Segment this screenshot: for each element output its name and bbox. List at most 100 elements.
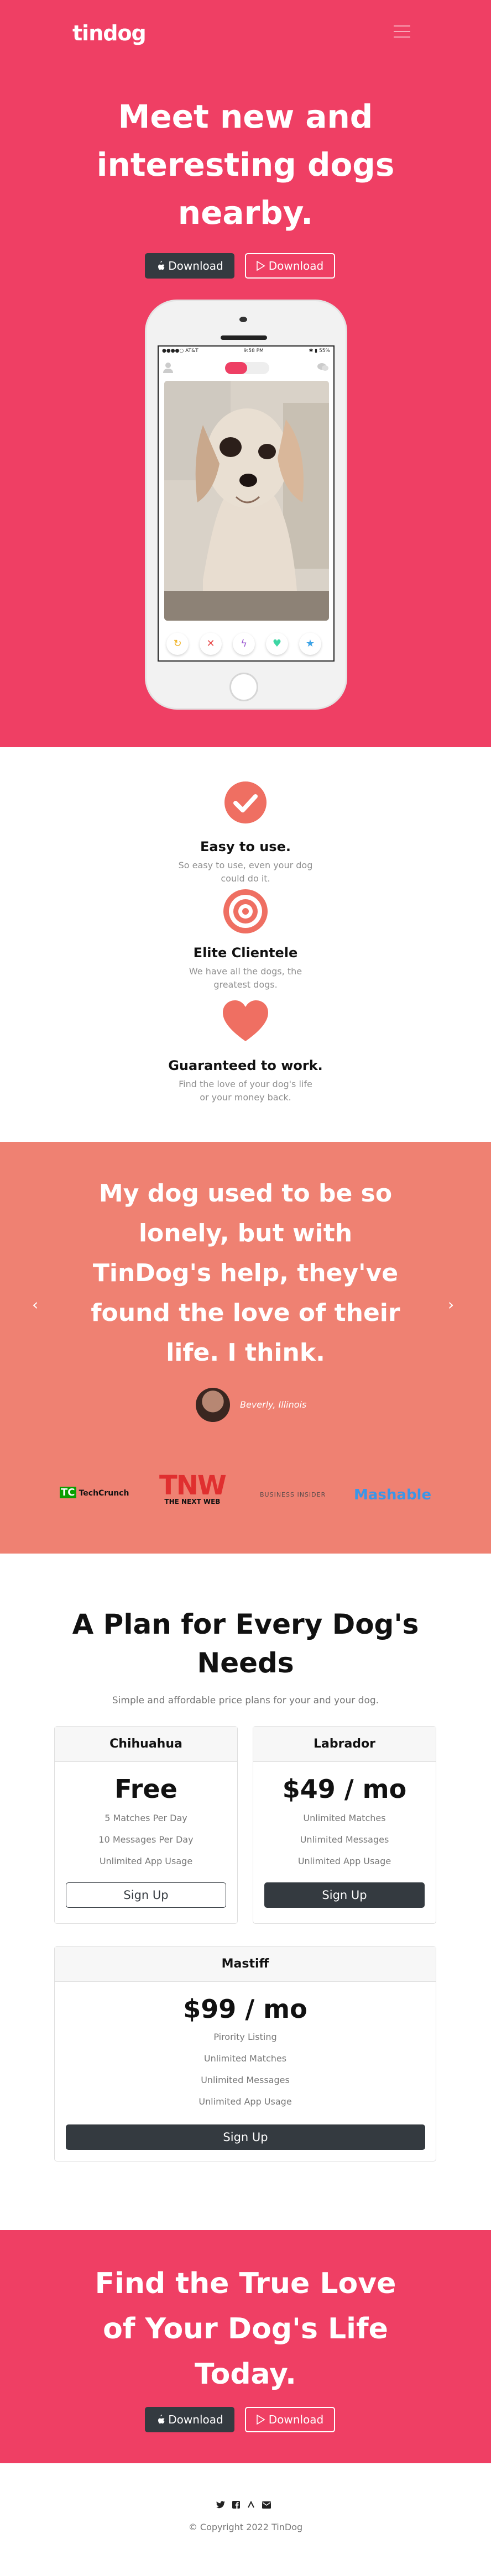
- google-play-icon: [256, 255, 265, 279]
- app-bar: [159, 356, 333, 379]
- testimonial-section: ‹ › My dog used to be so lonely, but wit…: [0, 1142, 491, 1554]
- envelope-icon[interactable]: [262, 2500, 271, 2511]
- navbar-toggler-button[interactable]: [394, 25, 410, 38]
- superlike-button[interactable]: ★: [299, 633, 321, 655]
- cta-section: Find the True Love of Your Dog's Life To…: [0, 2230, 491, 2463]
- feature-text: Find the love of your dog's life or your …: [171, 1078, 320, 1104]
- feature-item: Elite Clientele We have all the dogs, th…: [0, 889, 491, 991]
- plan-name: Labrador: [253, 1727, 436, 1762]
- cta-title-line: Today.: [195, 2358, 296, 2391]
- quote-line: lonely, but with: [138, 1219, 353, 1247]
- check-circle-icon: [223, 780, 268, 825]
- carousel-next-button[interactable]: ›: [448, 1295, 454, 1314]
- undo-button[interactable]: ↻: [166, 633, 189, 655]
- cta-title: Find the True Love of Your Dog's Life To…: [0, 2261, 491, 2397]
- hero-section: tindog Meet new and interesting dogs nea…: [0, 0, 491, 747]
- plan-name: Chihuahua: [55, 1727, 237, 1762]
- flame-toggle: [225, 362, 247, 374]
- play-download-button[interactable]: Download: [245, 253, 335, 279]
- cta-title-line: Find the True Love: [95, 2267, 396, 2300]
- chevron-left-icon: ‹: [32, 1295, 39, 1314]
- heart-icon: ♥: [272, 638, 282, 649]
- pricing-card-labrador: Labrador $49 / mo Unlimited Matches Unli…: [253, 1726, 436, 1924]
- bolt-icon: ϟ: [241, 638, 247, 649]
- pricing-title-line: A Plan for Every Dog's: [72, 1608, 419, 1640]
- swipe-actions: ↻ ✕ ϟ ♥ ★: [159, 626, 333, 659]
- feature-text-line: greatest dogs.: [213, 979, 278, 990]
- phone-home-button: [229, 673, 258, 701]
- apple-icon: [156, 2408, 165, 2433]
- plan-feature: 5 Matches Per Day: [105, 1813, 187, 1823]
- plan-feature: Unlimited Matches: [303, 1813, 386, 1823]
- star-icon: ★: [305, 638, 315, 649]
- nope-button[interactable]: ✕: [200, 633, 222, 655]
- feature-item: Easy to use. So easy to use, even your d…: [0, 780, 491, 885]
- hero-title: Meet new and interesting dogs nearby.: [0, 93, 491, 237]
- apple-download-label: Download: [168, 2413, 223, 2426]
- chevron-right-icon: ›: [448, 1295, 455, 1314]
- sign-up-button[interactable]: Sign Up: [264, 1882, 425, 1908]
- undo-icon: ↻: [173, 638, 182, 649]
- quote-line: My dog used to be so: [98, 1179, 393, 1208]
- status-time: 9:58 PM: [243, 348, 264, 354]
- profile-icon: [163, 362, 173, 375]
- menu-bar: [394, 25, 410, 27]
- feature-title: Elite Clientele: [193, 945, 298, 961]
- pricing-subtitle: Simple and affordable price plans for yo…: [112, 1695, 379, 1706]
- sign-up-button[interactable]: Sign Up: [66, 2124, 425, 2150]
- mashable-logo: Mashable: [354, 1487, 432, 1503]
- phone-screen: ●●●●○ AT&T 9:58 PM ✱ ▮ 55% ↻ ✕ ϟ ♥ ★: [158, 345, 335, 662]
- hero-title-line: nearby.: [177, 194, 314, 232]
- like-button[interactable]: ♥: [266, 633, 288, 655]
- business-insider-logo: BUSINESS INSIDER: [260, 1491, 326, 1498]
- play-download-label: Download: [268, 2413, 324, 2426]
- match-toggle: [225, 362, 269, 374]
- plan-feature: Unlimited App Usage: [99, 1856, 193, 1866]
- feature-text-line: We have all the dogs, the: [189, 966, 302, 977]
- plan-feature: Unlimited Matches: [203, 2053, 287, 2064]
- feature-text: So easy to use, even your dog could do it…: [171, 859, 320, 885]
- status-carrier: ●●●●○ AT&T: [162, 348, 199, 354]
- apple-icon: [156, 254, 165, 280]
- google-play-icon: [256, 2409, 265, 2432]
- feature-text-line: or your money back.: [200, 1092, 291, 1103]
- apple-download-button[interactable]: Download: [145, 2407, 234, 2432]
- plan-feature: Unlimited App Usage: [297, 1856, 391, 1866]
- pricing-title-line: Needs: [197, 1647, 294, 1679]
- testimonial-quote: My dog used to be so lonely, but with Ti…: [72, 1174, 419, 1373]
- phone-camera: [239, 317, 247, 322]
- dog-photo: [164, 381, 329, 621]
- hero-title-line: Meet new and: [118, 98, 373, 135]
- tnw-logo: TNW THE NEXT WEB: [159, 1472, 227, 1505]
- facebook-icon[interactable]: [232, 2500, 240, 2511]
- feature-text: We have all the dogs, the greatest dogs.: [171, 965, 320, 991]
- menu-bar: [394, 31, 410, 32]
- close-icon: ✕: [206, 638, 215, 649]
- chat-icon: [317, 362, 329, 374]
- menu-bar: [394, 36, 410, 38]
- sign-up-button[interactable]: Sign Up: [66, 1882, 226, 1908]
- instagram-icon[interactable]: [247, 2500, 255, 2511]
- plan-feature: Unlimited Messages: [201, 2075, 290, 2085]
- brand-logo[interactable]: tindog: [72, 21, 147, 45]
- feature-title: Guaranteed to work.: [168, 1058, 323, 1073]
- phone-mockup: ●●●●○ AT&T 9:58 PM ✱ ▮ 55% ↻ ✕ ϟ ♥ ★: [145, 300, 347, 710]
- quote-line: found the love of their: [91, 1299, 400, 1327]
- apple-download-button[interactable]: Download: [145, 253, 234, 279]
- feature-text-line: So easy to use, even your dog: [178, 860, 313, 870]
- twitter-icon[interactable]: [216, 2500, 225, 2511]
- plan-feature: Unlimited Messages: [300, 1834, 389, 1845]
- feature-title: Easy to use.: [200, 839, 291, 854]
- plan-feature: 10 Messages Per Day: [98, 1834, 194, 1845]
- techcrunch-logo: TC TechCrunch: [60, 1487, 129, 1498]
- tnw-sub: THE NEXT WEB: [164, 1498, 221, 1505]
- techcrunch-mark: TC: [60, 1487, 76, 1498]
- carousel-prev-button[interactable]: ‹: [32, 1295, 38, 1314]
- play-download-label: Download: [268, 259, 324, 272]
- play-download-button[interactable]: Download: [245, 2407, 335, 2432]
- boost-button[interactable]: ϟ: [233, 633, 255, 655]
- avatar: [196, 1388, 230, 1422]
- quote-line: life. I think.: [166, 1339, 325, 1367]
- pricing-card-chihuahua: Chihuahua Free 5 Matches Per Day 10 Mess…: [54, 1726, 238, 1924]
- apple-download-label: Download: [168, 259, 223, 272]
